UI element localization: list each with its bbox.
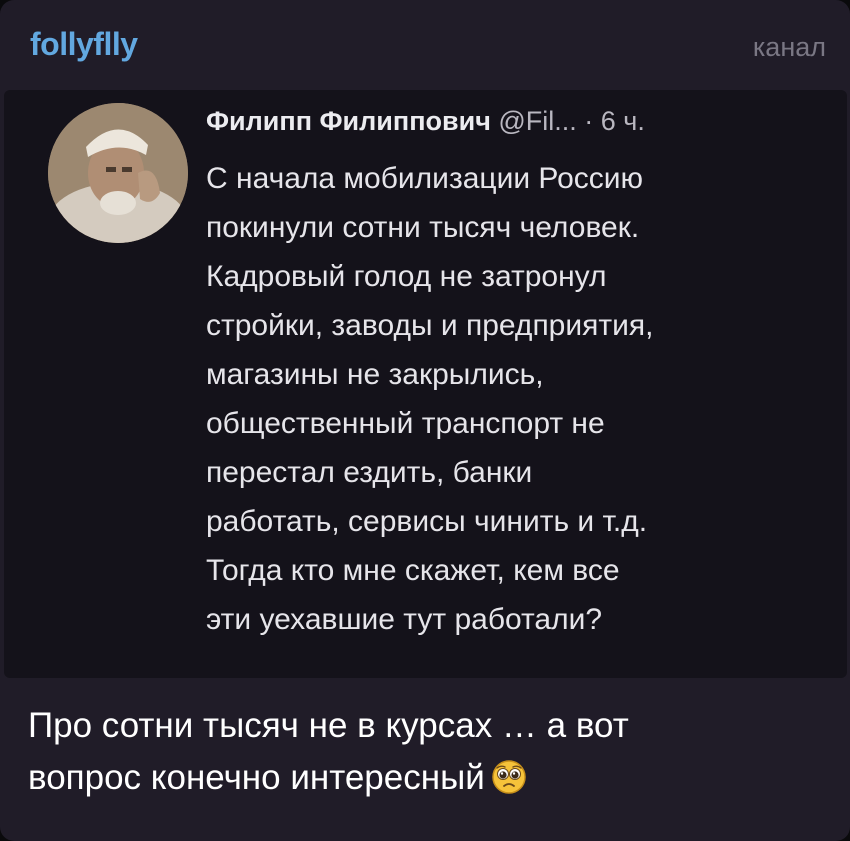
comment-text: Про сотни тысяч не в курсах … а вот вопр… <box>28 706 629 797</box>
pleading-face-icon <box>491 758 527 810</box>
post-comment: Про сотни тысяч не в курсах … а вот вопр… <box>28 700 828 810</box>
tweet-author-row: Филипп Филиппович @Fil... · 6 ч. <box>206 106 645 137</box>
channel-header: follyflly канал <box>30 26 826 76</box>
avatar-portrait-icon <box>48 103 188 243</box>
avatar[interactable] <box>48 103 188 243</box>
channel-type-label: канал <box>752 32 826 62</box>
channel-name[interactable]: follyflly <box>30 26 138 63</box>
embedded-tweet[interactable]: Филипп Филиппович @Fil... · 6 ч. С начал… <box>4 90 847 678</box>
author-handle-and-time: @Fil... · 6 ч. <box>490 106 645 136</box>
author-name[interactable]: Филипп Филиппович <box>206 106 491 136</box>
post-card: follyflly канал Филипп Филиппович @Fil..… <box>0 0 850 841</box>
tweet-text: С начала мобилизации Россию покинули сот… <box>206 162 654 636</box>
